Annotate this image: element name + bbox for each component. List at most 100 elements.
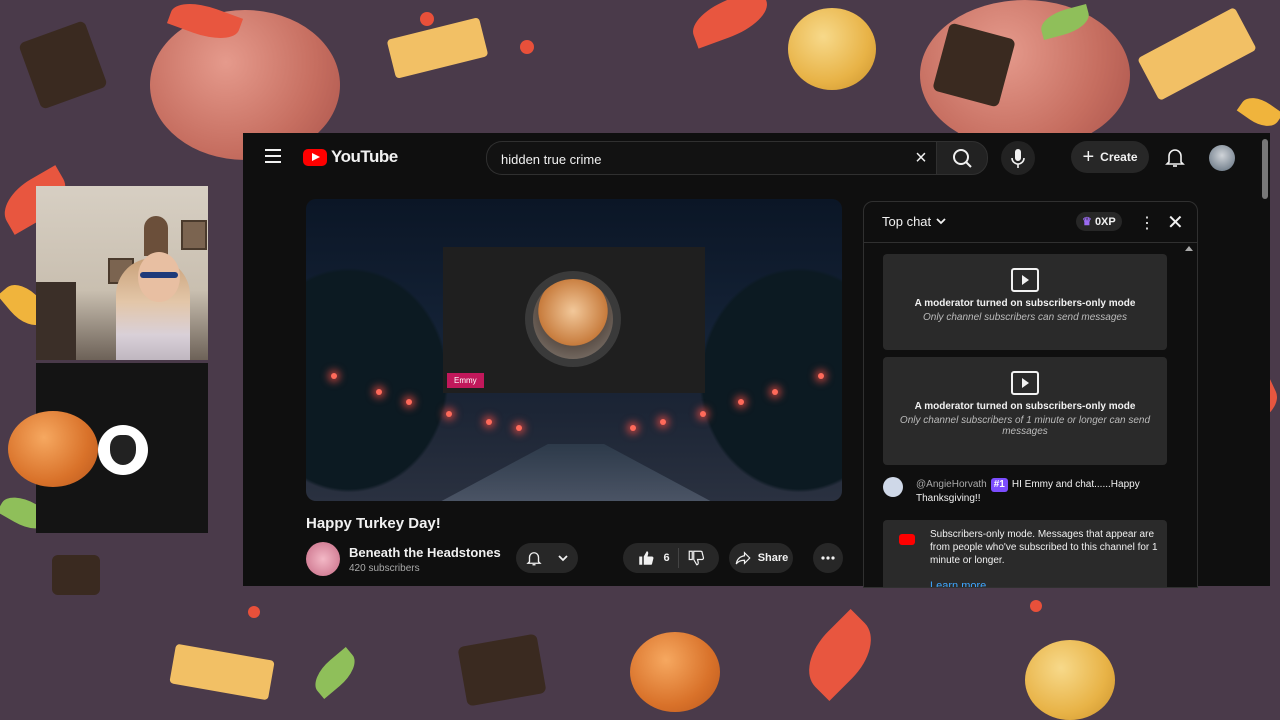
notice-heading: A moderator turned on subscribers-only m… [914, 298, 1136, 309]
cat-avatar-icon [533, 279, 613, 359]
user-avatar[interactable] [883, 477, 903, 497]
share-icon [735, 551, 751, 565]
lamp-light [446, 411, 452, 417]
dislike-icon[interactable] [687, 549, 705, 567]
notice-text: Subscribers-only mode. Messages that app… [930, 529, 1158, 566]
subscribers-only-notice: Subscribers-only mode. Messages that app… [883, 520, 1167, 587]
search-icon [953, 149, 972, 168]
lamp-light [700, 411, 706, 417]
search-button[interactable] [936, 141, 988, 175]
webcam-background-picture [181, 220, 207, 250]
lamp-light [630, 425, 636, 431]
microphone-icon [1011, 149, 1025, 168]
lamp-light [738, 399, 744, 405]
bell-icon [526, 552, 542, 566]
video-title: Happy Turkey Day! [306, 515, 441, 532]
youtube-icon [899, 534, 915, 545]
leaf-decoration [307, 646, 363, 700]
pie-slice-decoration [386, 17, 489, 79]
subscription-notifications-button[interactable] [516, 543, 578, 573]
leaf-decoration [1236, 90, 1280, 134]
more-actions-button[interactable] [813, 543, 843, 573]
xp-badge[interactable]: ♛ 0XP [1076, 212, 1122, 231]
like-dislike-group: 6 [623, 543, 719, 573]
plus-icon: + [1082, 146, 1095, 168]
account-avatar[interactable] [1209, 145, 1235, 171]
chat-mode-selector[interactable]: Top chat [882, 214, 947, 229]
chat-mode-label: Top chat [882, 214, 932, 229]
berry-decoration [420, 12, 434, 26]
pumpkin-decoration [1025, 640, 1115, 720]
lamp-light [406, 399, 412, 405]
notifications-bell-icon[interactable] [1163, 145, 1187, 169]
subscriber-count: 420 subscribers [349, 563, 420, 574]
channel-avatar[interactable] [306, 542, 340, 576]
learn-more-link[interactable]: Learn more [930, 580, 986, 587]
pilgrim-hat-decoration [18, 20, 108, 110]
pie-slice-decoration [1137, 6, 1257, 102]
notice-subtext: Only channel subscribers of 1 minute or … [899, 415, 1151, 437]
chat-options-icon[interactable]: ⋮ [1139, 213, 1155, 233]
channel-name[interactable]: Beneath the Headstones [349, 545, 501, 560]
crown-icon: ♛ [1082, 216, 1092, 228]
notice-subtext: Only channel subscribers can send messag… [923, 312, 1127, 323]
create-button[interactable]: + Create [1071, 141, 1149, 173]
brand-name: YouTube [331, 147, 398, 166]
youtube-window: YouTube × + Create [243, 133, 1270, 588]
close-chat-icon[interactable]: ✕ [1167, 210, 1184, 235]
share-label: Share [757, 552, 789, 564]
top-bar: YouTube × + Create [243, 133, 1270, 199]
pumpkin-decoration [630, 632, 720, 712]
webcam-feed [36, 186, 208, 360]
lamp-light [376, 389, 382, 395]
chevron-down-icon [936, 218, 946, 225]
lamp-light [331, 373, 337, 379]
menu-icon[interactable] [265, 149, 281, 163]
chevron-down-icon [558, 555, 568, 562]
xp-label: 0XP [1094, 216, 1116, 228]
streamer-glasses [140, 272, 178, 278]
leaf-decoration [794, 609, 886, 701]
video-player[interactable]: Emmy [306, 199, 842, 501]
lamp-light [516, 425, 522, 431]
participant-name-tag: Emmy [447, 373, 484, 388]
search-box: × [486, 141, 937, 176]
berry-decoration [520, 40, 534, 54]
share-button[interactable]: Share [729, 543, 793, 573]
webcam-background-door [36, 282, 76, 360]
leaf-decoration [686, 0, 774, 49]
cat-avatar-icon [98, 425, 148, 475]
lamp-light [772, 389, 778, 395]
pumpkin-decoration [788, 8, 876, 90]
notice-heading: A moderator turned on subscribers-only m… [914, 401, 1136, 412]
subscribers-only-icon [1011, 371, 1039, 395]
berry-decoration [1030, 600, 1042, 612]
berry-decoration [248, 606, 260, 618]
subscribers-only-icon [1011, 268, 1039, 292]
lamp-light [660, 419, 666, 425]
pilgrim-hat-decoration [457, 633, 547, 707]
youtube-play-icon [303, 148, 327, 166]
youtube-logo[interactable]: YouTube [303, 147, 398, 167]
search-input[interactable] [499, 142, 903, 176]
create-label: Create [1100, 150, 1138, 164]
clear-search-icon[interactable]: × [909, 146, 933, 170]
pilgrim-hat-decoration [52, 555, 100, 595]
rank-badge: #1 [990, 478, 1008, 492]
chat-scroll-up-icon[interactable] [1185, 246, 1193, 251]
more-horizontal-icon [821, 556, 835, 560]
participant-avatar [525, 271, 621, 367]
chat-username[interactable]: @AngieHorvath [916, 479, 987, 490]
moderator-notice-card: A moderator turned on subscribers-only m… [883, 357, 1167, 465]
lamp-light [486, 419, 492, 425]
pie-slice-decoration [169, 643, 275, 701]
page-scrollbar[interactable] [1262, 139, 1268, 199]
live-chat-panel: Top chat ♛ 0XP ⋮ ✕ A moderator turned on… [863, 201, 1198, 588]
pumpkin-decoration [8, 411, 98, 487]
participant-tile: Emmy [443, 247, 705, 393]
voice-search-button[interactable] [1001, 141, 1035, 175]
like-icon[interactable] [637, 549, 655, 567]
chat-header: Top chat ♛ 0XP ⋮ ✕ [864, 202, 1197, 243]
moderator-notice-card: A moderator turned on subscribers-only m… [883, 254, 1167, 350]
chat-message-body: @AngieHorvath #1 HI Emmy and chat......Hap… [916, 478, 1146, 506]
